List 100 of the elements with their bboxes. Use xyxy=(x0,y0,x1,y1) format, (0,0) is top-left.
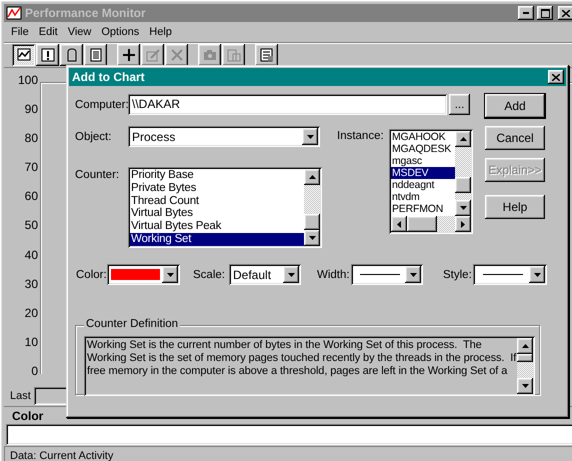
last-label: Last xyxy=(10,390,31,402)
scroll-arrow-button[interactable] xyxy=(517,378,533,394)
minimize-button[interactable] xyxy=(518,6,534,20)
scrollbar[interactable] xyxy=(517,338,533,394)
list-item[interactable]: PERFMON xyxy=(391,203,455,215)
axis-label: 80 xyxy=(24,132,38,146)
scroll-arrow-button[interactable] xyxy=(391,216,407,232)
computer-field[interactable]: \\DAKAR xyxy=(128,94,447,115)
up-arrow-icon xyxy=(308,175,316,179)
close-button[interactable] xyxy=(558,6,572,20)
list-item[interactable]: Virtual Bytes Peak xyxy=(130,220,304,233)
list-item[interactable]: Thread Count xyxy=(130,194,304,208)
down-arrow-icon xyxy=(410,272,416,276)
axis-label: 40 xyxy=(24,248,38,262)
field-label: Counter: xyxy=(75,169,120,181)
plus-icon xyxy=(120,47,136,63)
menu-item[interactable]: Options xyxy=(96,26,144,38)
menu-item[interactable]: Edit xyxy=(34,26,63,38)
scroll-thumb[interactable] xyxy=(517,354,533,362)
field-label: Object: xyxy=(75,130,112,142)
toolbar-button[interactable] xyxy=(255,44,278,66)
column-header: Color xyxy=(12,408,44,422)
close-icon xyxy=(562,10,570,16)
down-arrow-icon xyxy=(288,272,294,276)
close-icon xyxy=(552,74,560,80)
axis-label: 10 xyxy=(24,336,38,349)
scroll-arrow-button[interactable] xyxy=(455,200,471,216)
down-arrow-icon xyxy=(306,134,314,138)
down-arrow-icon xyxy=(534,272,540,276)
definition-text: Working Set is the set of memory pages touched recently by the threads in the process. If xyxy=(87,352,517,365)
scroll-thumb[interactable] xyxy=(304,214,320,230)
menu-item[interactable]: File xyxy=(6,26,34,38)
delete-icon xyxy=(168,47,184,63)
list-box[interactable]: Priority Base Private Bytes Thread Count Virtual Bytes Virtual Bytes Peak Working Set xyxy=(128,167,322,248)
scroll-arrow-button[interactable] xyxy=(455,131,471,147)
scroll-arrow-button[interactable] xyxy=(455,216,471,232)
axis-label: 0 xyxy=(31,364,38,378)
legend-list[interactable] xyxy=(6,424,572,445)
scroll-thumb[interactable] xyxy=(455,177,471,193)
dialog-button[interactable]: Help xyxy=(485,195,545,219)
list-item[interactable]: Private Bytes xyxy=(130,182,304,195)
list-item[interactable]: nddeagnt xyxy=(391,179,455,191)
edit-icon xyxy=(144,47,160,63)
dropdown-field[interactable]: Default xyxy=(229,264,301,285)
status-text: Data: Current Activity xyxy=(10,450,114,461)
toolbar-button[interactable] xyxy=(12,44,35,66)
dropdown-field[interactable] xyxy=(473,264,547,285)
down-arrow-icon xyxy=(460,206,466,210)
list-item[interactable]: Working Set xyxy=(130,232,304,246)
axis-label: 20 xyxy=(24,306,38,320)
dropdown-button[interactable] xyxy=(405,266,421,283)
scrollbar[interactable] xyxy=(455,131,471,216)
field-label: Computer: xyxy=(75,98,128,110)
alert-icon xyxy=(40,47,56,63)
toolbar-button[interactable] xyxy=(117,44,140,66)
dropdown-button[interactable] xyxy=(529,266,545,283)
list-item[interactable]: ntvdm xyxy=(391,191,455,203)
list-box[interactable]: MGAHOOK MGAQDESK mgasc MSDEV nddeagnt ntvdm PERFMON xyxy=(389,129,473,234)
scroll-arrow-button[interactable] xyxy=(517,338,533,354)
menu-item[interactable]: Help xyxy=(144,26,177,38)
scroll-arrow-button[interactable] xyxy=(304,230,320,246)
toolbar-button[interactable] xyxy=(60,44,83,66)
dropdown-button[interactable] xyxy=(162,266,178,283)
chart-icon xyxy=(6,5,22,21)
toolbar-button[interactable] xyxy=(84,44,107,66)
list-item[interactable]: Virtual Bytes xyxy=(130,207,304,220)
dialog-button[interactable]: Cancel xyxy=(485,126,545,150)
dropdown-button[interactable] xyxy=(283,266,299,283)
list-item[interactable]: MSDEV xyxy=(391,167,455,179)
scroll-thumb[interactable] xyxy=(407,216,437,232)
down-arrow-icon xyxy=(522,384,528,388)
list-item[interactable]: MGAQDESK xyxy=(391,143,455,155)
dropdown-field[interactable]: Process xyxy=(128,126,320,147)
close-button[interactable] xyxy=(548,70,564,84)
scrollbar[interactable] xyxy=(391,216,471,232)
up-arrow-icon xyxy=(522,344,528,348)
dropdown-field[interactable] xyxy=(107,264,180,285)
list-item[interactable]: mgasc xyxy=(391,155,455,167)
menu-item[interactable]: View xyxy=(62,26,96,38)
list-item[interactable]: Priority Base xyxy=(130,169,304,182)
list-item[interactable]: MGAHOOK xyxy=(391,131,455,143)
dropdown-field[interactable] xyxy=(351,264,423,285)
axis-label: 30 xyxy=(24,278,38,291)
chart-icon xyxy=(16,47,32,63)
scroll-arrow-button[interactable] xyxy=(304,169,320,185)
document-icon xyxy=(88,47,104,63)
dialog-button[interactable]: Add xyxy=(485,94,545,118)
up-arrow-icon xyxy=(460,137,466,141)
axis-label: 100 xyxy=(18,74,38,87)
browse-button[interactable]: ... xyxy=(449,94,470,115)
dropdown-button[interactable] xyxy=(302,128,318,145)
definition-text: free memory in the computer is above a threshold, pages are left in the Working Set of a xyxy=(87,365,508,378)
scrollbar[interactable] xyxy=(304,169,320,246)
right-arrow-icon xyxy=(461,220,465,228)
field-label: Width: xyxy=(317,268,351,280)
toolbar-button[interactable] xyxy=(36,44,59,66)
window-title: Performance Monitor xyxy=(25,6,147,20)
camera-icon xyxy=(202,47,218,63)
maximize-button[interactable] xyxy=(537,6,553,20)
field-label: Instance: xyxy=(337,130,385,142)
